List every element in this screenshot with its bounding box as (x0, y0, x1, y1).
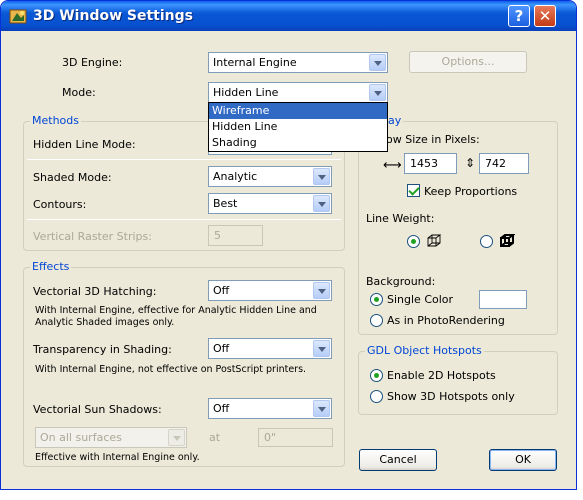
chevron-down-icon[interactable] (168, 429, 185, 446)
chevron-down-icon[interactable] (313, 282, 330, 299)
keep-proportions-checkbox[interactable] (407, 184, 420, 197)
window-title: 3D Window Settings (33, 8, 193, 24)
photo-rendering-radio[interactable] (370, 314, 383, 327)
single-color-label: Single Color (387, 293, 454, 306)
height-input[interactable]: 742 (479, 153, 529, 174)
hatching-note-line1: With Internal Engine, effective for Anal… (35, 305, 317, 316)
settings-dialog: 3D Window Settings ? ✕ 3D Engine: Intern… (0, 0, 577, 490)
engine-label: 3D Engine: (62, 56, 123, 69)
methods-title: Methods (30, 114, 81, 127)
chevron-down-icon[interactable] (313, 400, 330, 417)
chevron-down-icon[interactable] (313, 340, 330, 357)
transparency-note: With Internal Engine, not effective on P… (35, 364, 307, 375)
contours-label: Contours: (33, 198, 87, 211)
chevron-down-icon[interactable] (313, 168, 330, 185)
engine-select[interactable]: Internal Engine (208, 52, 388, 73)
chevron-down-icon[interactable] (313, 195, 330, 212)
mode-option-hidden-line[interactable]: Hidden Line (209, 119, 387, 135)
engine-value: Internal Engine (213, 56, 297, 69)
hatching-value: Off (213, 284, 230, 297)
shaded-mode-label: Shaded Mode: (33, 171, 112, 184)
hatching-note-line2: Analytic Shaded images only. (35, 317, 175, 328)
line-weight-hairline-radio[interactable] (407, 235, 420, 248)
raster-strips-value: 5 (214, 229, 221, 242)
enable-2d-hotspots-radio[interactable] (370, 369, 383, 382)
effects-title: Effects (30, 260, 72, 273)
surfaces-value: On all surfaces (40, 431, 122, 444)
surfaces-select[interactable]: On all surfaces (35, 427, 187, 448)
background-color-swatch[interactable] (479, 290, 527, 309)
photo-rendering-label: As in PhotoRendering (387, 314, 505, 327)
divider (27, 219, 341, 220)
title-bar[interactable]: 3D Window Settings ? ✕ (1, 1, 576, 31)
sun-shadows-value: Off (213, 402, 230, 415)
chevron-down-icon[interactable] (369, 54, 386, 71)
mode-option-shading[interactable]: Shading (209, 135, 387, 151)
line-weight-label: Line Weight: (366, 212, 435, 225)
single-color-radio[interactable] (370, 293, 383, 306)
window-size-label: dow Size in Pixels: (379, 133, 480, 146)
shaded-mode-select[interactable]: Analytic (208, 166, 332, 187)
hairline-cube-icon (427, 234, 442, 247)
divider (27, 159, 341, 160)
enable-2d-hotspots-label: Enable 2D Hotspots (387, 369, 496, 382)
background-label: Background: (366, 275, 436, 288)
mode-select[interactable]: Hidden Line (208, 82, 388, 103)
transparency-select[interactable]: Off (208, 338, 332, 359)
width-input[interactable]: 1453 (404, 153, 457, 174)
hidden-line-mode-label: Hidden Line Mode: (33, 138, 136, 151)
at-label: at (209, 431, 221, 444)
mode-option-wireframe[interactable]: Wireframe (209, 103, 387, 119)
hatching-label: Vectorial 3D Hatching: (33, 285, 157, 298)
display-title: ay (386, 114, 404, 127)
width-arrows-icon: ⟷ (383, 158, 402, 173)
gdl-hotspots-title: GDL Object Hotspots (365, 344, 484, 357)
angle-input[interactable]: 0" (258, 428, 333, 447)
raster-strips-input[interactable]: 5 (208, 225, 263, 246)
shadows-note: Effective with Internal Engine only. (35, 452, 200, 463)
shaded-mode-value: Analytic (213, 170, 258, 183)
transparency-label: Transparency in Shading: (33, 343, 172, 356)
options-button[interactable]: Options... (409, 51, 527, 73)
mode-value: Hidden Line (213, 86, 279, 99)
mode-label: Mode: (62, 86, 96, 99)
help-button[interactable]: ? (508, 5, 530, 27)
gdl-hotspots-group: GDL Object Hotspots (358, 344, 558, 415)
sun-shadows-select[interactable]: Off (208, 398, 332, 419)
show-3d-hotspots-label: Show 3D Hotspots only (387, 390, 515, 403)
height-value: 742 (485, 157, 506, 170)
show-3d-hotspots-radio[interactable] (370, 390, 383, 403)
angle-value: 0" (264, 431, 277, 444)
dialog-content: 3D Engine: Internal Engine Options... Mo… (5, 31, 572, 485)
sun-shadows-label: Vectorial Sun Shadows: (33, 403, 162, 416)
keep-proportions-label: Keep Proportions (424, 185, 518, 198)
chevron-down-icon[interactable] (369, 84, 386, 101)
contours-value: Best (213, 197, 238, 210)
raster-strips-label: Vertical Raster Strips: (33, 230, 152, 243)
cancel-button[interactable]: Cancel (359, 449, 437, 471)
contours-select[interactable]: Best (208, 193, 332, 214)
hatching-select[interactable]: Off (208, 280, 332, 301)
ok-button[interactable]: OK (489, 449, 557, 471)
mode-dropdown-list[interactable]: Wireframe Hidden Line Shading (208, 102, 388, 152)
transparency-value: Off (213, 342, 230, 355)
thick-cube-icon (500, 234, 515, 247)
close-button[interactable]: ✕ (534, 5, 556, 27)
line-weight-true-radio[interactable] (480, 235, 493, 248)
height-arrows-icon: ⇕ (465, 156, 476, 170)
width-value: 1453 (410, 157, 438, 170)
app-icon (9, 9, 27, 24)
